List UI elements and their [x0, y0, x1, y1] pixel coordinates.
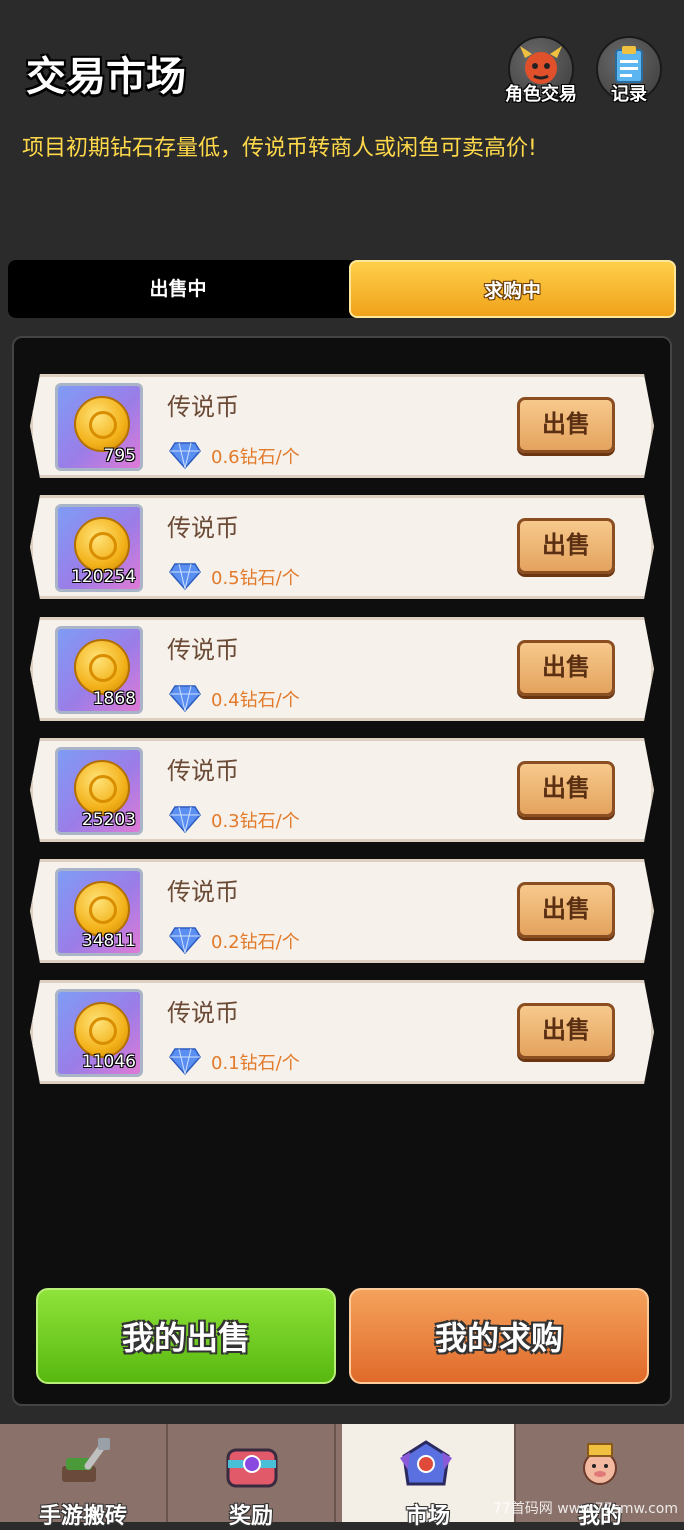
diamond-icon: [169, 805, 201, 833]
legend-coin-icon: [74, 760, 130, 816]
market-icon: [400, 1440, 452, 1486]
item-quantity: 34811: [81, 931, 136, 951]
item-price: 0.2钻石/个: [211, 932, 300, 953]
item-name: 传说币: [167, 999, 239, 1027]
item-price: 0.5钻石/个: [211, 568, 300, 589]
diamond-icon: [169, 1047, 201, 1075]
legend-coin-icon: [74, 639, 130, 695]
item-slot: 120254: [55, 504, 143, 592]
page-title: 交易市场: [26, 54, 186, 100]
sell-button[interactable]: 出售: [517, 518, 615, 574]
item-price: 0.4钻石/个: [211, 690, 300, 711]
item-quantity: 11046: [81, 1052, 136, 1072]
diamond-icon: [169, 684, 201, 712]
sell-button[interactable]: 出售: [517, 397, 615, 453]
item-quantity: 25203: [81, 810, 136, 830]
legend-coin-icon: [74, 396, 130, 452]
list-item: 795 传说币 0.6钻石/个 出售: [30, 374, 654, 478]
item-name: 传说币: [167, 514, 239, 542]
item-price: 0.3钻石/个: [211, 811, 300, 832]
item-quantity: 795: [103, 446, 136, 466]
my-purchases-button[interactable]: 我的求购: [349, 1288, 649, 1384]
avatar-icon: [583, 1443, 617, 1485]
item-slot: 11046: [55, 989, 143, 1077]
role-trade-button[interactable]: 角色交易: [502, 36, 580, 106]
legend-coin-icon: [74, 1002, 130, 1058]
nav-label: 奖励: [228, 1504, 273, 1529]
nav-item-market[interactable]: 市场: [342, 1424, 516, 1529]
diamond-icon: [169, 926, 201, 954]
diamond-icon: [169, 441, 201, 469]
item-slot: 795: [55, 383, 143, 471]
legend-coin-icon: [74, 881, 130, 937]
legend-coin-icon: [74, 517, 130, 573]
item-name: 传说币: [167, 757, 239, 785]
list-item: 1868 传说币 0.4钻石/个 出售: [30, 617, 654, 721]
item-quantity: 120254: [71, 567, 136, 587]
item-name: 传说币: [167, 393, 239, 421]
sell-button[interactable]: 出售: [517, 1003, 615, 1059]
list-item: 11046 传说币 0.1钻石/个 出售: [30, 980, 654, 1084]
sell-button[interactable]: 出售: [517, 640, 615, 696]
list-item: 25203 传说币 0.3钻石/个 出售: [30, 738, 654, 842]
nav-label: 手游搬砖: [38, 1504, 127, 1529]
item-slot: 25203: [55, 747, 143, 835]
records-button[interactable]: 记录: [590, 36, 668, 106]
sell-button[interactable]: 出售: [517, 761, 615, 817]
list-item: 34811 传说币 0.2钻石/个 出售: [30, 859, 654, 963]
item-name: 传说币: [167, 878, 239, 906]
item-name: 传说币: [167, 636, 239, 664]
sell-button[interactable]: 出售: [517, 882, 615, 938]
tab-buying[interactable]: 求购中: [349, 260, 676, 318]
item-quantity: 1868: [92, 689, 136, 709]
treasure-chest-icon: [226, 1448, 278, 1488]
records-label: 记录: [611, 84, 647, 105]
watermark: 77首码网 www.77smw.com: [492, 1501, 678, 1517]
notice-text: 项目初期钻石存量低，传说币转商人或闲鱼可卖高价!: [22, 136, 537, 161]
tab-selling[interactable]: 出售中: [8, 260, 348, 318]
item-slot: 1868: [55, 626, 143, 714]
diamond-icon: [169, 562, 201, 590]
nav-item-game-farming[interactable]: 手游搬砖: [0, 1424, 168, 1529]
item-price: 0.1钻石/个: [211, 1053, 300, 1074]
item-price: 0.6钻石/个: [211, 447, 300, 468]
list-item: 120254 传说币 0.5钻石/个 出售: [30, 495, 654, 599]
hammer-icon: [62, 1438, 110, 1482]
nav-label: 市场: [405, 1504, 450, 1529]
my-sales-button[interactable]: 我的出售: [36, 1288, 336, 1384]
bottom-nav: 手游搬砖 奖励 市场 我的 77首码网 www.77smw.com: [0, 1424, 684, 1529]
nav-item-rewards[interactable]: 奖励: [168, 1424, 336, 1529]
tab-bar: 出售中 求购中: [8, 260, 676, 318]
role-trade-label: 角色交易: [505, 84, 577, 105]
item-slot: 34811: [55, 868, 143, 956]
